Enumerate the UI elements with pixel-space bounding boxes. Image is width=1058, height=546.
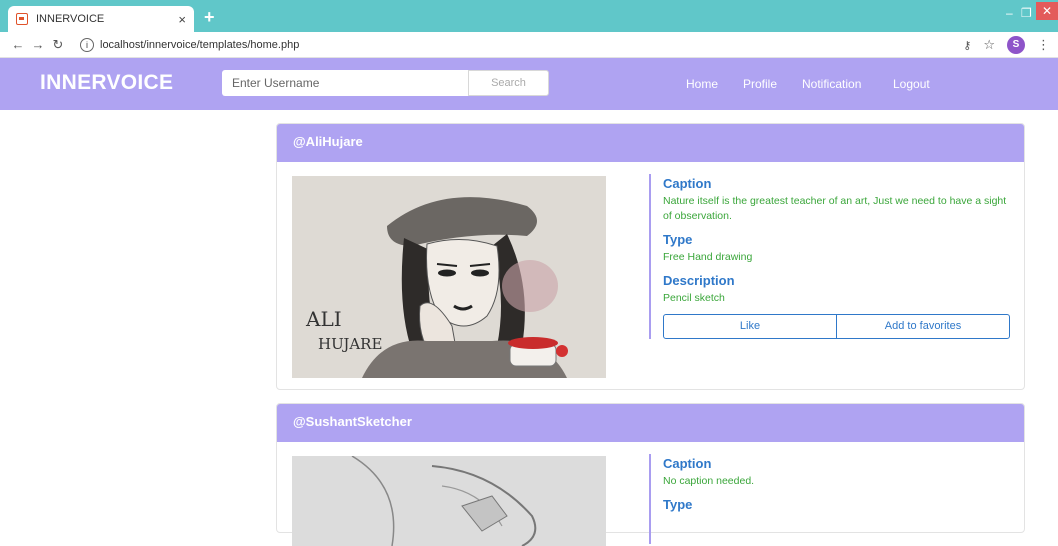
- add-to-favorites-button[interactable]: Add to favorites: [836, 315, 1009, 338]
- caption-text: No caption needed.: [663, 475, 755, 487]
- post-card: @SushantSketcher Caption No caption need…: [276, 403, 1025, 546]
- post-details: Caption Nature itself is the greatest te…: [649, 174, 1010, 339]
- sketch-portrait-image: ALI HUJARE: [292, 176, 606, 378]
- bookmark-star-icon[interactable]: ☆: [983, 37, 995, 53]
- nav-logout-link[interactable]: Logout: [893, 77, 930, 91]
- type-text: Free Hand drawing: [663, 251, 753, 263]
- tab-close-icon[interactable]: ×: [178, 12, 186, 27]
- menu-kebab-icon[interactable]: ⋮: [1037, 37, 1050, 53]
- post-username[interactable]: @AliHujare: [277, 124, 1024, 162]
- type-label: Type: [663, 232, 693, 247]
- search-input[interactable]: [222, 70, 468, 96]
- caption-label: Caption: [663, 176, 712, 191]
- post-actions: Like Add to favorites: [663, 314, 1010, 339]
- browser-tab-bar: INNERVOICE × + – ❐ ✕: [0, 0, 1058, 32]
- minimize-icon[interactable]: –: [1006, 6, 1013, 20]
- profile-avatar[interactable]: S: [1007, 36, 1025, 54]
- address-bar: ← → ↻ i localhost/innervoice/templates/h…: [0, 32, 1058, 58]
- restore-icon[interactable]: ❐: [1021, 6, 1032, 20]
- new-tab-button[interactable]: +: [204, 8, 215, 26]
- browser-tab[interactable]: INNERVOICE ×: [8, 6, 194, 32]
- forward-arrow-icon[interactable]: →: [28, 37, 48, 52]
- caption-label: Caption: [663, 456, 712, 471]
- artwork-image[interactable]: [292, 456, 606, 546]
- search-button[interactable]: Search: [468, 70, 549, 96]
- tab-title: INNERVOICE: [36, 13, 105, 25]
- brand-logo[interactable]: INNERVOICE: [40, 71, 173, 95]
- window-close-icon[interactable]: ✕: [1036, 2, 1058, 20]
- nav-home-link[interactable]: Home: [686, 77, 718, 91]
- type-label: Type: [663, 497, 693, 512]
- nav-notification-link[interactable]: Notification: [802, 77, 861, 91]
- back-arrow-icon[interactable]: ←: [8, 37, 28, 52]
- caption-text: Nature itself is the greatest teacher of…: [663, 195, 1007, 222]
- site-favicon-icon: [16, 13, 28, 25]
- reload-icon[interactable]: ↻: [48, 37, 68, 53]
- nav-profile-link[interactable]: Profile: [743, 77, 777, 91]
- like-button[interactable]: Like: [664, 315, 836, 338]
- artwork-image[interactable]: ALI HUJARE: [292, 176, 606, 378]
- description-text: Pencil sketch: [663, 292, 725, 304]
- password-key-icon[interactable]: ⚷: [963, 39, 971, 52]
- url-field[interactable]: localhost/innervoice/templates/home.php: [100, 39, 299, 51]
- svg-text:HUJARE: HUJARE: [318, 335, 382, 353]
- svg-text:ALI: ALI: [305, 307, 342, 331]
- site-info-icon[interactable]: i: [80, 37, 94, 52]
- post-details: Caption No caption needed. Type: [649, 454, 1009, 544]
- site-navbar: INNERVOICE Search Home Profile Notificat…: [0, 58, 1058, 110]
- post-card: @AliHujare ALI HUJARE Caption Nature its…: [276, 123, 1025, 390]
- sketch-image: [292, 456, 606, 546]
- post-username[interactable]: @SushantSketcher: [277, 404, 1024, 442]
- description-label: Description: [663, 273, 735, 288]
- address-bar-actions: ⚷ ☆ S ⋮: [963, 36, 1050, 54]
